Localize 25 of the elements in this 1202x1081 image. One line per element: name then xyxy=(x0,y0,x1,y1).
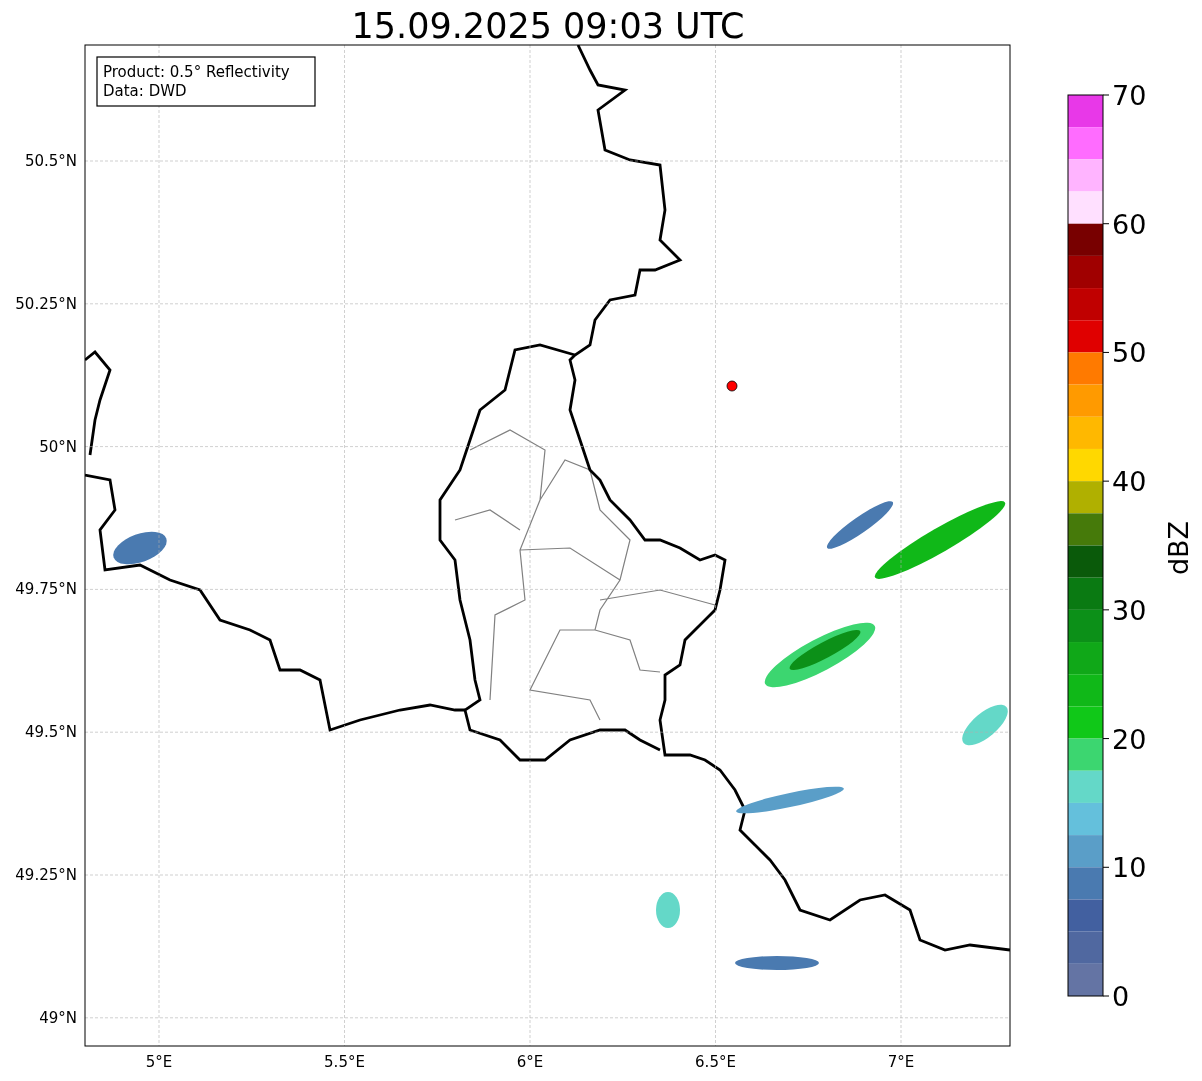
colorbar-tick-label: 70 xyxy=(1112,80,1147,111)
colorbar-tick-label: 20 xyxy=(1112,723,1147,755)
latitude-label: 49.5°N xyxy=(24,723,77,742)
chart-title: 15.09.2025 09:03 UTC xyxy=(351,6,745,46)
latitude-label: 49.25°N xyxy=(15,866,77,884)
colorbar-tick-label: 30 xyxy=(1112,594,1147,626)
colorbar-label: dBZ xyxy=(1163,520,1194,576)
info-text: Product: 0.5° Reflectivity xyxy=(103,63,290,81)
latitude-label: 49°N xyxy=(39,1008,77,1027)
colorbar-tick-label: 10 xyxy=(1112,852,1147,884)
colorbar-tick-label: 60 xyxy=(1112,208,1147,240)
colorbar-tick-label: 40 xyxy=(1112,466,1147,498)
latitude-label: 50.25°N xyxy=(15,294,77,313)
radar-site-marker xyxy=(726,380,738,392)
latitude-label: 49.75°N xyxy=(15,580,77,599)
latitude-label: 50°N xyxy=(39,437,77,456)
longitude-label: 7°E xyxy=(887,1053,915,1071)
info-text: Data: DWD xyxy=(103,82,187,100)
longitude-label: 6.5°E xyxy=(695,1053,736,1071)
longitude-label: 5°E xyxy=(145,1053,173,1071)
colorbar-tick-label: 0 xyxy=(1112,981,1130,1012)
longitude-label: 5.5°E xyxy=(324,1053,365,1071)
longitude-label: 6°E xyxy=(516,1053,544,1071)
colorbar-tick-label: 50 xyxy=(1112,337,1147,369)
latitude-label: 50.5°N xyxy=(24,152,77,170)
